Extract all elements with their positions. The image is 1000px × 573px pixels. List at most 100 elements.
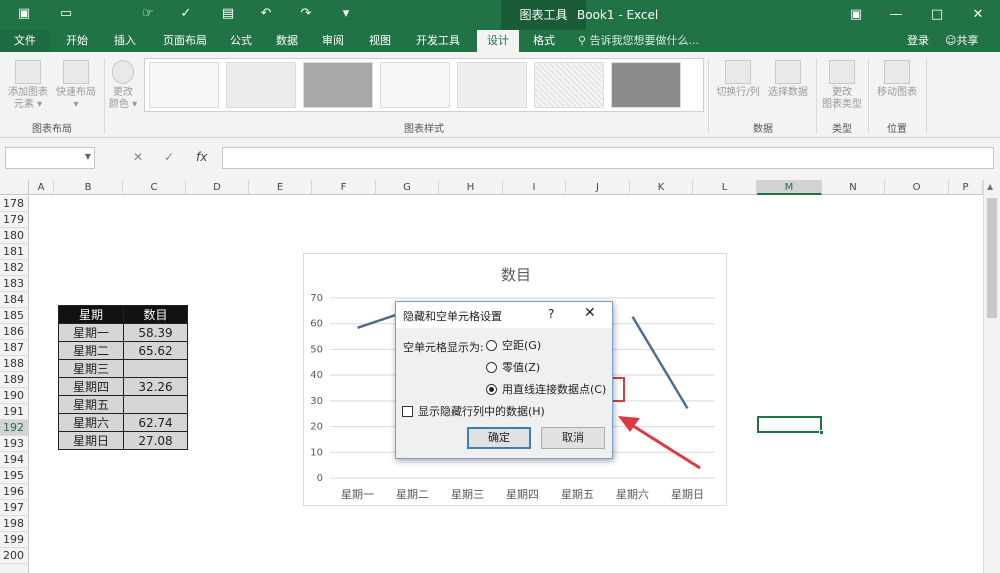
day-cell[interactable]: 星期三 [58,359,124,378]
row-header[interactable]: 198 [0,516,29,532]
row-header[interactable]: 193 [0,436,29,452]
column-header[interactable]: D [186,180,249,195]
value-cell[interactable]: 32.26 [123,377,188,396]
enter-entry-icon[interactable]: ✓ [164,150,174,164]
tab-insert[interactable]: 插入 [105,30,145,52]
show-hidden-data-checkbox[interactable]: 显示隐藏行列中的数据(H) [402,405,545,419]
row-header[interactable]: 190 [0,388,29,404]
tab-page-layout[interactable]: 页面布局 [155,30,215,52]
chart-style-5[interactable] [457,62,527,108]
value-cell[interactable]: 27.08 [123,431,188,450]
row-header[interactable]: 197 [0,500,29,516]
tab-design[interactable]: 设计 [477,30,519,52]
column-header[interactable]: G [376,180,439,195]
series-line[interactable] [631,316,689,410]
row-header[interactable]: 189 [0,372,29,388]
chart-style-3[interactable] [303,62,373,108]
row-header[interactable]: 178 [0,196,29,212]
close-icon[interactable]: ✕ [958,0,998,30]
tab-data[interactable]: 数据 [268,30,306,52]
value-cell[interactable]: 65.62 [123,341,188,360]
row-header[interactable]: 180 [0,228,29,244]
tab-file[interactable]: 文件 [0,30,50,52]
open-icon[interactable]: ▭ [58,6,74,22]
add-chart-element-button[interactable]: 添加图表 元素 ▾ [6,60,50,111]
save-icon[interactable]: ▣ [16,6,32,22]
row-header[interactable]: 182 [0,260,29,276]
print-preview-icon[interactable]: ▤ [220,6,236,22]
change-colors-button[interactable]: 更改 颜色 ▾ [106,60,140,111]
scroll-thumb[interactable] [987,198,997,318]
column-header[interactable]: B [54,180,123,195]
value-cell[interactable] [123,395,188,414]
column-header[interactable]: E [249,180,312,195]
radio-button-selected[interactable] [486,384,497,395]
insert-function-icon[interactable]: fx [196,150,207,164]
chart-style-4[interactable] [380,62,450,108]
maximize-icon[interactable]: □ [917,0,957,30]
row-header[interactable]: 199 [0,532,29,548]
formula-input[interactable] [222,147,994,169]
tab-review[interactable]: 审阅 [314,30,352,52]
value-cell[interactable]: 58.39 [123,323,188,342]
column-header[interactable]: L [693,180,757,195]
chart-style-6[interactable] [534,62,604,108]
day-cell[interactable]: 星期二 [58,341,124,360]
column-header-selected[interactable]: M [757,180,822,195]
share-button[interactable]: ☺共享 [945,30,978,52]
row-header[interactable]: 186 [0,324,29,340]
column-header[interactable]: F [312,180,376,195]
chart-style-2[interactable] [226,62,296,108]
tab-formulas[interactable]: 公式 [222,30,260,52]
chart-style-1[interactable] [149,62,219,108]
select-all-corner[interactable] [0,180,29,195]
column-header[interactable]: P [949,180,983,195]
change-chart-type-button[interactable]: 更改 图表类型 [818,60,866,111]
help-icon[interactable]: ? [548,307,554,321]
switch-row-column-button[interactable]: 切换行/列 [712,60,764,99]
redo-icon[interactable]: ↷ [298,6,314,22]
radio-button[interactable] [486,362,497,373]
day-cell[interactable]: 星期日 [58,431,124,450]
check-icon[interactable]: ✓ [178,6,194,22]
column-header[interactable]: I [503,180,566,195]
row-header[interactable]: 188 [0,356,29,372]
column-header[interactable]: O [885,180,949,195]
sign-in-link[interactable]: 登录 [907,30,929,52]
column-header[interactable]: N [822,180,885,195]
row-header[interactable]: 183 [0,276,29,292]
name-box[interactable]: ▼ [5,147,95,169]
radio-gaps[interactable]: 空距(G) [486,338,541,354]
tell-me-search[interactable]: ⚲ 告诉我您想要做什么... [578,30,699,52]
column-header[interactable]: K [630,180,693,195]
ribbon-display-options-icon[interactable]: ▣ [836,0,876,30]
vertical-scrollbar[interactable]: ▲ [983,180,1000,573]
move-chart-button[interactable]: 移动图表 [872,60,922,99]
minimize-icon[interactable]: — [876,0,916,30]
tab-home[interactable]: 开始 [57,30,97,52]
column-header[interactable]: C [123,180,186,195]
fill-handle[interactable] [819,430,824,435]
close-icon[interactable]: ✕ [584,305,596,321]
tab-developer[interactable]: 开发工具 [408,30,468,52]
row-header[interactable]: 194 [0,452,29,468]
undo-icon[interactable]: ↶ [258,6,274,22]
touch-mode-icon[interactable]: ☞ [140,6,156,22]
cancel-button[interactable]: 取消 [541,427,605,449]
ok-button[interactable]: 确定 [467,427,531,449]
quick-layout-button[interactable]: 快速布局 ▾ [54,60,98,111]
day-cell[interactable]: 星期五 [58,395,124,414]
tab-view[interactable]: 视图 [361,30,399,52]
chevron-down-icon[interactable]: ▼ [85,152,91,161]
checkbox[interactable] [402,406,413,417]
value-cell[interactable] [123,359,188,378]
row-header-selected[interactable]: 192 [0,420,29,436]
row-header[interactable]: 187 [0,340,29,356]
select-data-button[interactable]: 选择数据 [764,60,812,99]
day-cell[interactable]: 星期四 [58,377,124,396]
active-cell[interactable] [757,416,824,435]
radio-button[interactable] [486,340,497,351]
header-cell[interactable]: 数目 [123,305,188,324]
tab-format[interactable]: 格式 [524,30,564,52]
row-header[interactable]: 191 [0,404,29,420]
